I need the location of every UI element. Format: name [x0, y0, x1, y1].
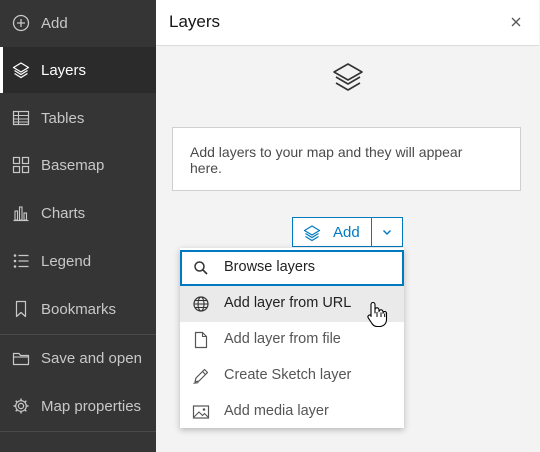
basemap-icon [12, 156, 30, 174]
layers-icon [303, 224, 321, 242]
layers-panel: Layers Add layers to your map and they w… [156, 0, 540, 452]
menu-item-label: Browse layers [224, 259, 316, 275]
sidebar-item-basemap[interactable]: Basemap [0, 142, 156, 188]
close-icon[interactable] [507, 13, 525, 31]
gear-icon [12, 397, 30, 415]
empty-state-text: Add layers to your map and they will app… [190, 144, 463, 176]
sidebar-item-map-properties[interactable]: Map properties [0, 383, 156, 429]
panel-title: Layers [169, 12, 221, 31]
menu-item-add-media-layer[interactable]: Add media layer [180, 394, 404, 430]
sidebar-item-add[interactable]: Add [0, 0, 156, 46]
sidebar-item-legend[interactable]: Legend [0, 238, 156, 284]
menu-item-label: Add layer from file [224, 331, 341, 347]
chevron-down-icon [383, 230, 391, 235]
add-dropdown-toggle[interactable] [371, 217, 403, 247]
menu-item-create-sketch-layer[interactable]: Create Sketch layer [180, 358, 404, 394]
sidebar-item-label: Basemap [41, 156, 105, 174]
legend-icon [12, 252, 30, 270]
add-dropdown-menu: Browse layers Add layer from URL Add lay… [180, 248, 404, 428]
sidebar: Add Layers Tables Basemap Charts Legend [0, 0, 156, 452]
menu-item-browse-layers[interactable]: Browse layers [180, 250, 404, 286]
image-icon [192, 403, 210, 421]
sidebar-item-bookmarks[interactable]: Bookmarks [0, 286, 156, 332]
sidebar-item-label: Charts [41, 204, 86, 222]
bookmark-icon [12, 300, 30, 318]
sidebar-item-label: Add [41, 14, 68, 32]
sidebar-divider [0, 431, 156, 432]
plus-circle-icon [12, 14, 30, 32]
menu-item-label: Add media layer [224, 403, 329, 419]
sidebar-item-label: Legend [41, 252, 92, 270]
panel-header: Layers [156, 0, 539, 46]
layers-icon [331, 62, 365, 94]
sidebar-item-label: Bookmarks [41, 300, 117, 318]
file-icon [192, 331, 210, 349]
sidebar-item-label: Layers [41, 61, 87, 79]
sidebar-item-label: Save and open [41, 349, 142, 367]
sidebar-item-charts[interactable]: Charts [0, 190, 156, 236]
table-icon [12, 109, 30, 127]
charts-icon [12, 204, 30, 222]
search-icon [192, 259, 210, 277]
empty-state-message-box: Add layers to your map and they will app… [172, 127, 521, 191]
folder-icon [12, 349, 30, 367]
sidebar-item-tables[interactable]: Tables [0, 95, 156, 141]
layers-icon [12, 61, 30, 79]
pencil-icon [192, 367, 210, 385]
menu-item-label: Add layer from URL [224, 295, 352, 311]
hand-cursor-icon [366, 300, 388, 328]
add-button-label: Add [333, 224, 360, 241]
sidebar-item-layers[interactable]: Layers [0, 47, 156, 93]
sidebar-item-save-and-open[interactable]: Save and open [0, 335, 156, 381]
sidebar-item-label: Map properties [41, 397, 142, 415]
menu-item-label: Create Sketch layer [224, 367, 352, 383]
globe-icon [192, 295, 210, 313]
add-layer-button[interactable]: Add [292, 217, 372, 247]
sidebar-item-label: Tables [41, 109, 85, 127]
